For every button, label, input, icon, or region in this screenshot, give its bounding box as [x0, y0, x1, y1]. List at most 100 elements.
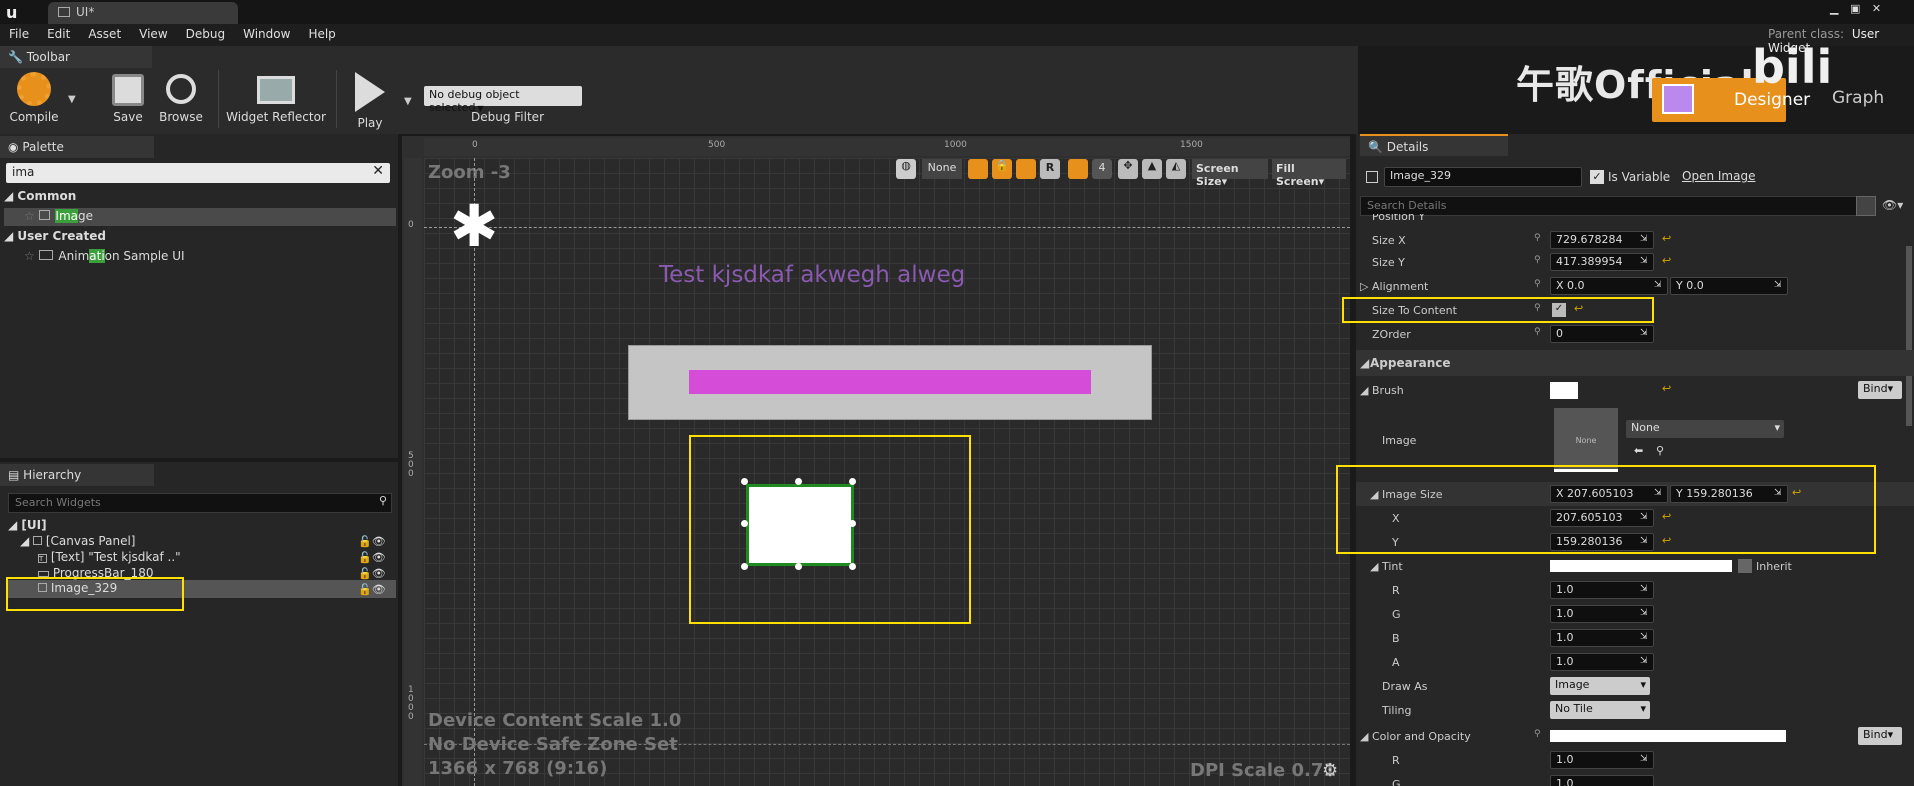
fill-screen-dropdown[interactable]: Fill Screen▾ — [1272, 159, 1346, 188]
hierarchy-item-ui[interactable]: ◢ [UI] — [8, 518, 47, 534]
palette-tab[interactable]: ◉ Palette — [0, 136, 154, 158]
palette-item-animation-sample-ui[interactable]: ☆ Animation Sample UI — [24, 249, 185, 265]
color-g-input[interactable]: 1.0 — [1550, 775, 1654, 786]
color-opacity-swatch[interactable] — [1550, 730, 1786, 742]
hierarchy-search-input[interactable]: Search Widgets ⚲ — [8, 493, 392, 513]
size-y-input[interactable]: 417.389954 ⇲ — [1550, 253, 1654, 271]
property-matrix-icon[interactable] — [1856, 196, 1876, 216]
close-icon[interactable]: ✕ — [1872, 2, 1881, 15]
inherit-checkbox[interactable] — [1738, 559, 1752, 573]
toolbar-tab[interactable]: 🔧 Toolbar — [0, 46, 152, 68]
alignment-y-input[interactable]: Y 0.0 ⇲ — [1670, 277, 1788, 295]
row-appearance-header[interactable]: ◢ Appearance — [1356, 350, 1914, 376]
lock-toggle-icon[interactable]: 🔒 — [992, 159, 1012, 179]
eye-icon[interactable]: 👁 — [372, 551, 386, 564]
drag-arrow-icon[interactable]: ⇲ — [1640, 584, 1650, 596]
tint-color-swatch[interactable] — [1550, 560, 1732, 572]
palette-section-user-created[interactable]: ◢ User Created — [4, 229, 106, 245]
menu-view[interactable]: View — [130, 24, 176, 44]
play-button[interactable]: Play — [346, 70, 394, 130]
color-bind-dropdown[interactable]: Bind▾ — [1858, 727, 1902, 745]
menu-edit[interactable]: Edit — [38, 24, 79, 44]
visibility-eye-icon[interactable]: 👁▾ — [1882, 198, 1903, 212]
drag-arrow-icon[interactable]: ⇲ — [1654, 280, 1664, 292]
drag-arrow-icon[interactable]: ⇲ — [1640, 656, 1650, 668]
image-asset-dropdown[interactable]: None ▾ — [1626, 420, 1784, 438]
document-tab[interactable]: UI* — [48, 2, 238, 24]
open-image-link[interactable]: Open Image — [1682, 169, 1755, 183]
tint-r-input[interactable]: 1.0 ⇲ — [1550, 581, 1654, 599]
browse-button[interactable]: Browse — [156, 70, 206, 124]
menu-file[interactable]: File — [0, 24, 38, 44]
layout-icon[interactable] — [1016, 159, 1036, 179]
lock-icon[interactable]: 🔓 — [358, 551, 372, 564]
brush-color-swatch[interactable] — [1550, 382, 1578, 399]
hierarchy-item-text[interactable]: T [Text] "Test kjsdkaf .." — [38, 550, 181, 566]
lock-icon[interactable]: 🔓 — [358, 583, 372, 596]
is-variable-checkbox[interactable]: ✓ — [1590, 170, 1604, 184]
menu-debug[interactable]: Debug — [177, 24, 234, 44]
compile-options-arrow-icon[interactable]: ▼ — [68, 94, 76, 105]
panel-divider[interactable] — [0, 458, 398, 462]
lock-icon[interactable]: 🔓 — [358, 567, 372, 580]
palette-item-image[interactable]: ☆ Image — [4, 208, 396, 226]
perspective-icon[interactable]: ◭ — [1166, 159, 1186, 179]
reset-r-button[interactable]: R — [1040, 159, 1060, 179]
eye-icon[interactable]: 👁 — [372, 567, 386, 580]
brush-bind-dropdown[interactable]: Bind▾ — [1858, 381, 1902, 399]
globe-icon[interactable]: ◍ — [896, 159, 916, 179]
star-icon[interactable]: ☆ — [24, 209, 35, 223]
hierarchy-tab[interactable]: ▤ Hierarchy — [0, 464, 154, 486]
widget-name-input[interactable]: Image_329 — [1384, 167, 1582, 187]
dpi-settings-gear-icon[interactable]: ⚙ — [1322, 760, 1338, 781]
size-x-input[interactable]: 729.678284 ⇲ — [1550, 231, 1654, 249]
color-r-input[interactable]: 1.0 ⇲ — [1550, 751, 1654, 769]
details-tab[interactable]: 🔍 Details — [1360, 134, 1508, 156]
bind-link-icon[interactable]: ⚲ — [1534, 255, 1541, 265]
bind-link-icon[interactable]: ⚲ — [1534, 233, 1541, 243]
grid-size-dropdown[interactable]: 4 — [1092, 159, 1112, 179]
palette-search-input[interactable]: ima ✕ — [6, 163, 390, 183]
palette-section-common[interactable]: ◢ Common — [4, 189, 76, 205]
menu-asset[interactable]: Asset — [79, 24, 130, 44]
menu-help[interactable]: Help — [299, 24, 344, 44]
tiling-dropdown[interactable]: No Tile ▾ — [1550, 701, 1650, 719]
hierarchy-item-canvas-panel[interactable]: ◢ [Canvas Panel] — [20, 534, 135, 550]
bind-link-icon[interactable]: ⚲ — [1534, 729, 1541, 739]
reset-arrow-icon[interactable]: ↩ — [1662, 254, 1671, 267]
drag-arrow-icon[interactable]: ⇲ — [1640, 632, 1650, 644]
details-search-input[interactable]: Search Details ⚲ — [1360, 196, 1874, 216]
screen-size-dropdown[interactable]: Screen Size▾ — [1192, 159, 1268, 188]
text-widget-preview[interactable]: Test kjsdkaf akwegh alweg — [659, 262, 965, 288]
tint-g-input[interactable]: 1.0 ⇲ — [1550, 605, 1654, 623]
compile-button[interactable]: Compile — [6, 70, 62, 124]
tint-b-input[interactable]: 1.0 ⇲ — [1550, 629, 1654, 647]
eye-icon[interactable]: 👁 — [372, 583, 386, 596]
widget-reflector-button[interactable]: Widget Reflector — [226, 70, 326, 124]
clear-search-icon[interactable]: ✕ — [372, 163, 384, 179]
maximize-icon[interactable]: ▣ — [1850, 2, 1860, 15]
landscape-icon[interactable]: ▲ — [1142, 159, 1162, 179]
play-options-arrow-icon[interactable]: ▼ — [404, 96, 412, 107]
unreal-logo-icon[interactable]: u — [6, 3, 26, 22]
zorder-input[interactable]: 0 ⇲ — [1550, 325, 1654, 343]
alignment-x-input[interactable]: X 0.0 ⇲ — [1550, 277, 1668, 295]
snap-toggle-icon[interactable] — [968, 159, 988, 179]
transform-icon[interactable]: ✥ — [1118, 159, 1138, 179]
eye-icon[interactable]: 👁 — [372, 535, 386, 548]
graph-mode-button[interactable]: Graph — [1832, 88, 1884, 108]
lock-icon[interactable]: 🔓 — [358, 535, 372, 548]
drag-arrow-icon[interactable]: ⇲ — [1640, 256, 1650, 268]
drag-arrow-icon[interactable]: ⇲ — [1640, 754, 1650, 766]
drag-arrow-icon[interactable]: ⇲ — [1640, 234, 1650, 246]
reset-arrow-icon[interactable]: ↩ — [1662, 382, 1671, 395]
drag-arrow-icon[interactable]: ⇲ — [1640, 608, 1650, 620]
tint-a-input[interactable]: 1.0 ⇲ — [1550, 653, 1654, 671]
star-icon[interactable]: ☆ — [24, 249, 35, 263]
anchor-icon[interactable]: ✱ — [446, 196, 502, 256]
bind-link-icon[interactable]: ⚲ — [1534, 279, 1541, 289]
drag-arrow-icon[interactable]: ⇲ — [1640, 328, 1650, 340]
use-selected-arrow-icon[interactable]: ⬅ — [1634, 444, 1643, 457]
reset-arrow-icon[interactable]: ↩ — [1662, 232, 1671, 245]
grid-snap-icon[interactable] — [1068, 159, 1088, 179]
